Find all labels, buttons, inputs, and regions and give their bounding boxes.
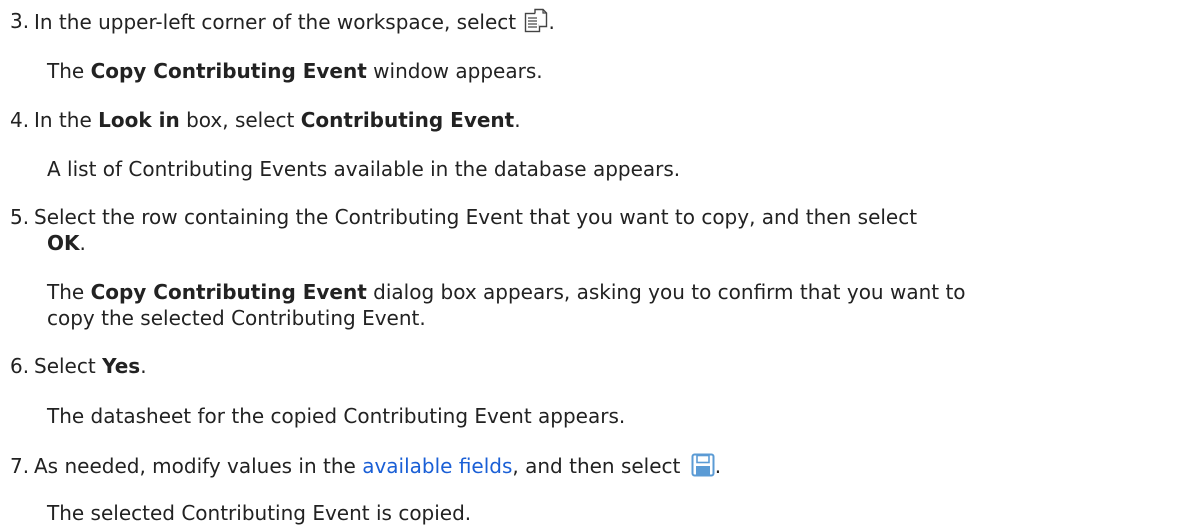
step-number: 7. <box>10 454 30 478</box>
step-7-text-a: As needed, modify values in the <box>34 454 363 478</box>
step-text: In the upper-left corner of the workspac… <box>34 8 555 35</box>
yes-button-name: Yes <box>102 354 141 378</box>
step-4-text-b: box, select <box>179 108 301 132</box>
step-5-result-line2: copy the selected Contributing Event. <box>47 306 426 330</box>
procedure-steps: 3. In the upper-left corner of the works… <box>0 0 1179 525</box>
look-in-label: Look in <box>98 108 180 132</box>
result-text: dialog box appears, asking you to confir… <box>366 280 966 304</box>
step-7-text-c: . <box>714 454 722 478</box>
step-number: 3. <box>10 9 30 33</box>
ok-button-name: OK <box>47 231 80 255</box>
step-7-result: The selected Contributing Event is copie… <box>47 501 472 525</box>
contributing-event-option: Contributing Event <box>300 108 515 132</box>
step-6-result: The datasheet for the copied Contributin… <box>47 404 626 428</box>
step-4-text-c: . <box>514 108 521 132</box>
step-number: 6. <box>10 354 30 378</box>
step-3-text-a: In the upper-left corner of the workspac… <box>34 10 523 34</box>
step-6-text-a: Select <box>34 354 103 378</box>
step-5-result: The Copy Contributing Event dialog box a… <box>47 279 966 305</box>
window-name: Copy Contributing Event <box>90 59 367 83</box>
step-6-text-b: . <box>140 354 147 378</box>
result-text: window appears. <box>366 59 543 83</box>
step-number: 5. <box>10 205 30 229</box>
step-text: As needed, modify values in the availabl… <box>34 453 721 479</box>
result-text: The <box>47 280 91 304</box>
step-5-continued: OK. <box>47 230 86 256</box>
step-3-result: The Copy Contributing Event window appea… <box>47 58 543 84</box>
step-4-text-a: In the <box>34 108 99 132</box>
step-5-text-tail: . <box>79 231 86 255</box>
step-text: In the Look in box, select Contributing … <box>34 107 521 133</box>
available-fields-link[interactable]: available fields <box>362 454 512 478</box>
step-number: 4. <box>10 108 30 132</box>
step-7-text-b: , and then select <box>512 454 687 478</box>
save-icon <box>691 453 715 477</box>
step-text: Select Yes. <box>34 353 147 379</box>
copy-document-icon <box>524 8 548 34</box>
result-text: The <box>47 59 91 83</box>
step-3-text-b: . <box>548 10 555 34</box>
step-4-result: A list of Contributing Events available … <box>47 157 681 181</box>
step-text: Select the row containing the Contributi… <box>34 205 918 229</box>
dialog-name: Copy Contributing Event <box>90 280 367 304</box>
